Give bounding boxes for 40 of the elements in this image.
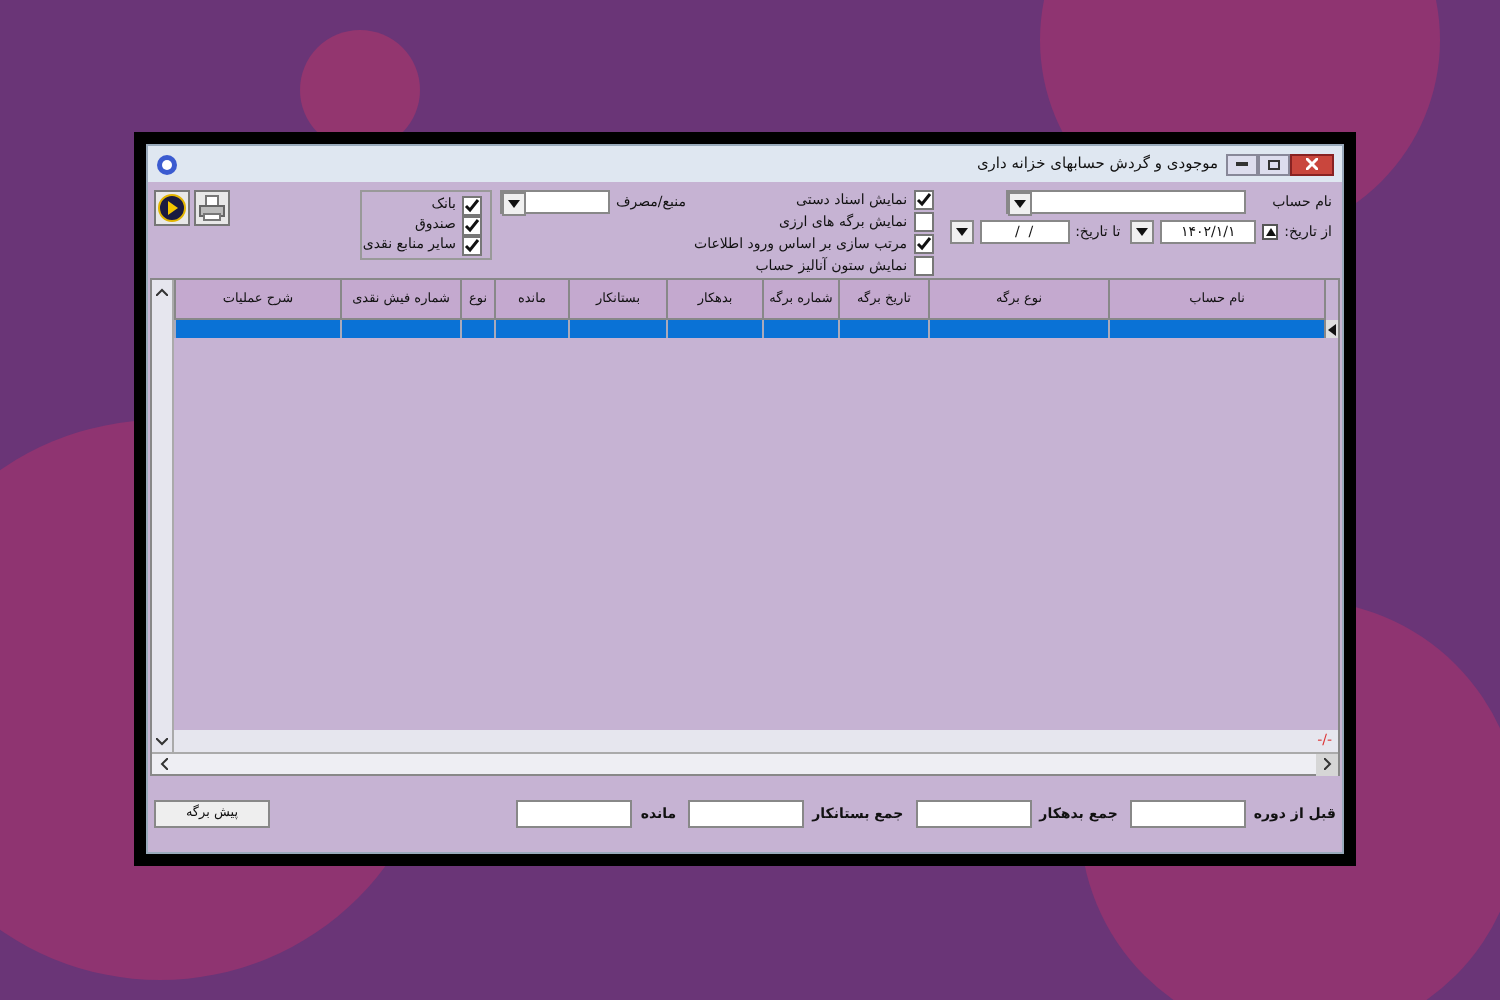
close-button[interactable] [1290,153,1334,175]
row-pointer-icon [1328,323,1336,335]
printer-icon [198,194,226,222]
total-field[interactable] [688,800,805,828]
caret-icon [1014,200,1026,208]
chevron-left-icon [159,758,167,770]
close-icon [1306,158,1318,170]
dropdown-button[interactable] [949,220,974,244]
play-icon [158,194,186,222]
chevron-down-icon [156,737,168,745]
run-button[interactable] [154,190,190,226]
checkbox[interactable] [913,234,934,254]
chevron-up-icon [156,287,168,295]
chevron-right-icon [1323,758,1331,770]
app-icon [156,153,178,175]
dropdown-button[interactable] [1130,220,1155,244]
checkbox[interactable] [913,190,934,210]
dropdown-button[interactable] [1008,192,1032,216]
maximize-button[interactable] [1258,153,1290,175]
minimize-button[interactable] [1226,153,1258,175]
maximize-icon [1268,159,1280,169]
total-field[interactable] [516,800,633,828]
minimize-icon [1236,162,1248,166]
print-button[interactable] [194,190,230,226]
scroll-right-button[interactable] [1316,753,1338,775]
total-field[interactable] [1129,800,1246,828]
up-triangle-icon [1265,228,1276,236]
checkbox[interactable] [461,235,482,255]
checkbox[interactable] [461,215,482,235]
caret-icon [1136,228,1149,236]
checkbox[interactable] [913,256,934,276]
checkbox[interactable] [461,195,482,215]
check-icon [915,236,932,252]
caret-icon [507,200,520,208]
caret-icon [955,228,968,236]
total-field[interactable] [915,800,1032,828]
from-date-toggle[interactable] [1262,224,1279,240]
checkbox[interactable] [913,212,934,232]
check-icon [915,192,932,208]
dropdown-button[interactable] [501,192,526,216]
